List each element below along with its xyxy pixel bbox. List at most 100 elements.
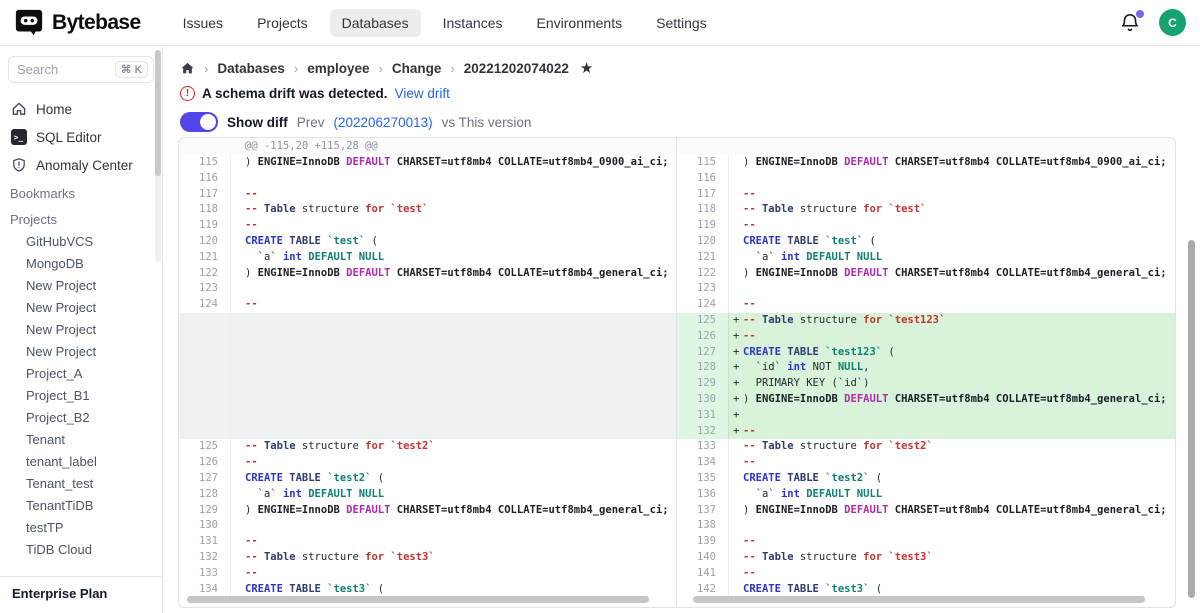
code-line: -- [743,329,1175,345]
diff-row: 134-- [677,455,1175,471]
code-line: -- [245,187,676,203]
diff-sign [729,582,743,598]
code-line: -- [743,566,1175,582]
project-item[interactable]: New Project [0,275,162,297]
diff-sign [231,202,245,218]
line-number: 128 [677,360,729,376]
nav-item-databases[interactable]: Databases [330,9,421,37]
schema-diff-panel: @@ -115,20 +115,28 @@ 115) ENGINE=InnoDB… [178,137,1176,608]
diff-row: 127CREATE TABLE `test2` ( [179,471,676,487]
diff-sign [231,487,245,503]
main-nav: Issues Projects Databases Instances Environm… [171,9,719,37]
sidebar-item-anomaly-center[interactable]: Anomaly Center [0,151,162,179]
nav-item-issues[interactable]: Issues [171,9,235,37]
alert-exclamation-icon: ! [180,86,195,101]
horizontal-scrollbar-right[interactable] [693,596,1145,603]
diff-sign [231,582,245,598]
code-line: `a` int DEFAULT NULL [245,487,676,503]
line-number: 117 [179,187,231,203]
diff-row: 116 [677,171,1175,187]
sidebar-scrollbar-thumb[interactable] [155,50,161,176]
search-input[interactable]: Search ⌘ K [8,56,154,83]
show-diff-label: Show diff [227,115,288,130]
diff-sign [729,218,743,234]
line-number: 125 [677,313,729,329]
project-item[interactable]: GitHubVCS [0,231,162,253]
project-item[interactable]: New Project [0,341,162,363]
diff-sign [729,250,743,266]
diff-row: 121 `a` int DEFAULT NULL [677,250,1175,266]
line-number: 139 [677,534,729,550]
project-item[interactable]: MongoDB [0,253,162,275]
diff-row: 117 -- [179,187,676,203]
project-item[interactable]: New Project [0,297,162,319]
prev-version-link[interactable]: (202206270013) [334,115,433,130]
code-line: CREATE TABLE `test123` ( [743,345,1175,361]
diff-sign: + [729,345,743,361]
diff-row-added: 125+-- Table structure for `test123` [677,313,1175,329]
nav-item-environments[interactable]: Environments [525,9,635,37]
code-line: CREATE TABLE `test2` ( [743,471,1175,487]
line-number: 134 [677,455,729,471]
view-drift-link[interactable]: View drift [395,86,450,101]
code-line: -- Table structure for `test3` [743,550,1175,566]
sidebar-item-label: Home [36,102,72,117]
project-item[interactable]: tenant_label [0,451,162,473]
sidebar-item-home[interactable]: Home [0,95,162,123]
code-line: ) ENGINE=InnoDB DEFAULT CHARSET=utf8mb4 … [245,155,676,171]
page-vertical-scrollbar[interactable] [1188,240,1195,598]
code-line: -- [245,455,676,471]
user-avatar[interactable]: C [1159,9,1186,36]
diff-sign [231,455,245,471]
diff-row: 133-- [179,566,676,582]
breadcrumb-separator: › [294,61,298,76]
diff-sign [729,534,743,550]
diff-row: 139-- [677,534,1175,550]
line-number: 118 [179,202,231,218]
project-item[interactable]: Project_B2 [0,407,162,429]
code-line: -- Table structure for `test` [245,202,676,218]
nav-item-instances[interactable]: Instances [431,9,515,37]
nav-item-projects[interactable]: Projects [245,9,320,37]
diff-row-added: 132+-- [677,424,1175,440]
project-item[interactable]: testTP [0,517,162,539]
project-item[interactable]: Project_A [0,363,162,385]
diff-sign [729,439,743,455]
line-number: 115 [179,155,231,171]
project-item[interactable]: Tenant_test [0,473,162,495]
project-item[interactable]: TenantTiDB [0,495,162,517]
breadcrumb-item[interactable]: employee [307,61,369,76]
nav-item-settings[interactable]: Settings [644,9,719,37]
line-number: 116 [677,171,729,187]
diff-row: 136 `a` int DEFAULT NULL [677,487,1175,503]
bytebase-logo-icon [14,8,44,38]
horizontal-scrollbar-left[interactable] [187,596,649,603]
line-number: 121 [179,250,231,266]
diff-pane-current: 115) ENGINE=InnoDB DEFAULT CHARSET=utf8m… [677,138,1175,607]
bookmark-star-icon[interactable]: ★ [580,59,593,77]
home-icon[interactable] [180,61,195,76]
sidebar-item-sql-editor[interactable]: >_SQL Editor [0,123,162,151]
bytebase-logo[interactable]: Bytebase [14,8,141,38]
line-number: 133 [179,566,231,582]
diff-row: 117-- [677,187,1175,203]
code-line: -- Table structure for `test123` [743,313,1175,329]
diff-sign [231,566,245,582]
diff-row: 132-- Table structure for `test3` [179,550,676,566]
project-item[interactable]: Tenant [0,429,162,451]
code-line: `a` int DEFAULT NULL [743,250,1175,266]
code-line [245,518,676,534]
diff-sign [231,550,245,566]
breadcrumb-item[interactable]: Databases [217,61,285,76]
code-line: -- Table structure for `test2` [743,439,1175,455]
breadcrumb-item[interactable]: 20221202074022 [464,61,569,76]
diff-sign [729,234,743,250]
notifications-bell-icon[interactable] [1119,12,1141,34]
show-diff-toggle[interactable] [180,112,218,132]
project-item[interactable]: New Project [0,319,162,341]
diff-row: 131-- [179,534,676,550]
breadcrumb-item[interactable]: Change [392,61,442,76]
project-item[interactable]: TiDB Cloud [0,539,162,561]
line-number: 129 [179,503,231,519]
project-item[interactable]: Project_B1 [0,385,162,407]
